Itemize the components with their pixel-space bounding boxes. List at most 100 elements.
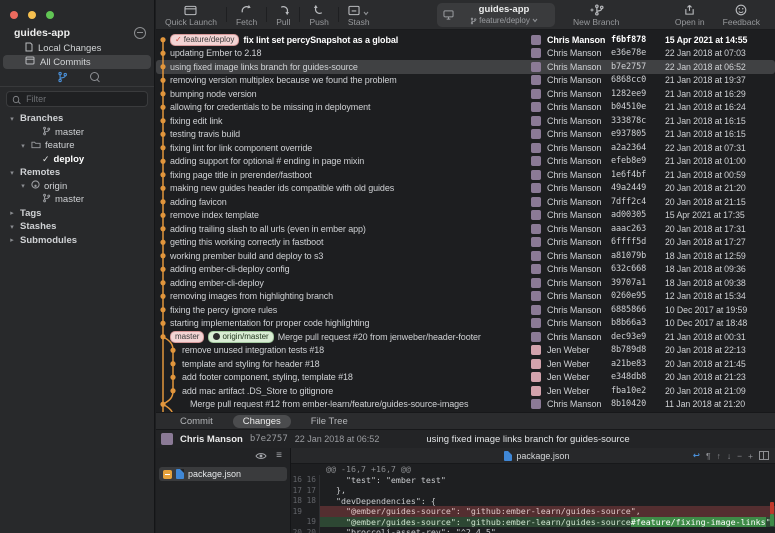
commit-row[interactable]: fixing edit link Chris Manson 333878c 21 Ja… <box>156 114 775 128</box>
sidebar-item-local-changes[interactable]: Local Changes <box>3 41 151 55</box>
commit-row[interactable]: adding ember-cli-deploy config Chris Mans… <box>156 263 775 277</box>
commit-message: remove unused integration tests #18 <box>182 345 325 356</box>
commit-message: remove index template <box>170 210 259 221</box>
file-icon <box>25 42 33 55</box>
commit-row[interactable]: remove index template Chris Manson ad00305… <box>156 209 775 223</box>
commit-row[interactable]: bumping node version Chris Manson 1282ee9 2… <box>156 87 775 101</box>
commit-row[interactable]: Merge pull request #12 from ember-learn/… <box>156 398 775 412</box>
tree-item-master[interactable]: master <box>0 126 154 140</box>
commit-row[interactable]: removing version multiplex because we fo… <box>156 74 775 88</box>
diff-line-text: "devDependencies": { <box>319 495 775 506</box>
commit-row[interactable]: fixing page title in prerender/fastboot C… <box>156 168 775 182</box>
avatar <box>531 88 541 99</box>
commit-hash: 7dff2c4 <box>611 196 647 207</box>
commit-author: Chris Manson <box>547 210 602 221</box>
feedback-button[interactable]: Feedback <box>714 0 769 30</box>
commit-row[interactable]: remove unused integration tests #18 Jen W… <box>156 344 775 358</box>
quick-launch-button[interactable]: Quick Launch <box>156 0 226 30</box>
new-branch-button[interactable]: New Branch <box>564 0 628 30</box>
commit-date: 20 Jan 2018 at 21:23 <box>665 372 746 383</box>
changed-file-row[interactable]: package.json <box>159 467 287 481</box>
stash-button[interactable]: Stash <box>339 0 379 30</box>
commit-row[interactable]: template and styling for header #18 Jen W… <box>156 357 775 371</box>
tab-file-tree[interactable]: File Tree <box>301 415 358 428</box>
avatar <box>531 399 541 410</box>
commit-row[interactable]: removing images from highlighting branch… <box>156 290 775 304</box>
fetch-button[interactable]: Fetch <box>227 0 266 30</box>
filter-input[interactable] <box>24 93 142 105</box>
commit-row[interactable]: using fixed image links branch for guide… <box>156 60 775 74</box>
avatar <box>531 34 541 45</box>
commit-row[interactable]: making new guides header ids compatible … <box>156 182 775 196</box>
filter-field[interactable] <box>6 91 148 107</box>
pilcrow-icon[interactable]: ¶ <box>706 451 711 461</box>
commit-row[interactable]: adding support for optional # ending in … <box>156 155 775 169</box>
commit-row[interactable]: adding trailing slash to all urls (even … <box>156 222 775 236</box>
commit-row[interactable]: starting implementation for proper code … <box>156 317 775 331</box>
tree-item-tags[interactable]: ▸ Tags <box>0 207 154 221</box>
commit-date: 21 Jan 2018 at 16:24 <box>665 102 746 113</box>
share-icon <box>684 3 695 16</box>
tree-item-stashes[interactable]: ▾ Stashes <box>0 220 154 234</box>
diff-file-name: package.json <box>516 450 570 461</box>
commit-row[interactable]: allowing for credentials to be missing i… <box>156 101 775 115</box>
sidebar-item-all-commits[interactable]: All Commits <box>3 55 151 69</box>
commit-row[interactable]: testing travis build Chris Manson e937805 2… <box>156 128 775 142</box>
commit-author: Chris Manson <box>547 115 602 126</box>
tree-item-submodules[interactable]: ▸ Submodules <box>0 234 154 248</box>
repo-title: guides-app <box>14 27 71 39</box>
commit-row[interactable]: ✓ feature/deploy fix lint set percySnapsho… <box>156 33 775 47</box>
open-in-button[interactable]: Open in <box>666 0 714 30</box>
tree-item-deploy[interactable]: ✓ deploy <box>0 153 154 167</box>
commit-date: 18 Jan 2018 at 12:59 <box>665 250 746 261</box>
commit-row[interactable]: master origin/master Merge pull request #2… <box>156 330 775 344</box>
tab-changes[interactable]: Changes <box>232 414 291 428</box>
prev-change-icon[interactable]: ↑ <box>717 451 721 461</box>
diff-line: 18 18 "devDependencies": { <box>291 495 775 506</box>
commit-row[interactable]: add mac artifact .DS_Store to gitignore J… <box>156 384 775 398</box>
search-icon[interactable] <box>89 72 99 81</box>
list-view-icon[interactable]: ≡ <box>276 451 282 461</box>
tree-item-feature[interactable]: ▾ feature <box>0 139 154 153</box>
collapse-hunks-icon[interactable]: − <box>737 451 742 461</box>
split-view-icon[interactable] <box>759 451 769 460</box>
tree-item-label: Branches <box>20 113 64 125</box>
tree-item-origin[interactable]: ▾ origin <box>0 180 154 194</box>
commit-message: testing travis build <box>170 129 241 140</box>
expand-hunks-icon[interactable]: + <box>748 451 753 461</box>
commit-date: 10 Dec 2017 at 19:59 <box>665 304 748 315</box>
collapse-repo-icon[interactable] <box>134 27 146 39</box>
commit-row[interactable]: add footer component, styling, template … <box>156 371 775 385</box>
push-button[interactable]: Push <box>300 0 337 30</box>
commit-row[interactable]: fixing the percy ignore rules Chris Manso… <box>156 303 775 317</box>
commit-row[interactable]: adding ember-cli-deploy Chris Manson 39707… <box>156 276 775 290</box>
repo-branch-switcher[interactable]: guides-app feature/deploy <box>437 3 555 27</box>
commit-date: 20 Jan 2018 at 21:20 <box>665 183 746 194</box>
commit-hash: 333878c <box>611 115 647 126</box>
wrap-lines-icon[interactable]: ↩ <box>693 450 700 461</box>
tree-item-master[interactable]: master <box>0 193 154 207</box>
minimize-button[interactable] <box>28 11 36 19</box>
zoom-button[interactable] <box>46 11 54 19</box>
tree-item-remotes[interactable]: ▾ Remotes <box>0 166 154 180</box>
commit-author: Chris Manson <box>547 156 602 167</box>
push-icon <box>313 3 326 16</box>
branch-filter-icon[interactable] <box>57 71 68 83</box>
commit-row[interactable]: updating Ember to 2.18 Chris Manson e36e78… <box>156 47 775 61</box>
tree-item-branches[interactable]: ▾ Branches <box>0 112 154 126</box>
pull-button[interactable]: Pull <box>267 0 299 30</box>
tab-commit[interactable]: Commit <box>170 415 223 428</box>
avatar <box>531 345 541 356</box>
tree-item-label: origin <box>44 180 68 192</box>
commit-row[interactable]: getting this working correctly in fastbo… <box>156 236 775 250</box>
commit-row[interactable]: working prember build and deploy to s3 Ch… <box>156 249 775 263</box>
eye-icon[interactable] <box>255 452 267 460</box>
diff-line-text: "@ember/guides-source": "github:ember-le… <box>319 516 775 527</box>
close-button[interactable] <box>10 11 18 19</box>
quick-launch-icon <box>184 3 198 16</box>
commit-message: fixing page title in prerender/fastboot <box>170 169 312 180</box>
next-change-icon[interactable]: ↓ <box>727 451 731 461</box>
commit-row[interactable]: adding favicon Chris Manson 7dff2c4 20 Jan … <box>156 195 775 209</box>
commit-row[interactable]: fixing lint for link component override C… <box>156 141 775 155</box>
commit-author: Chris Manson <box>180 433 243 445</box>
